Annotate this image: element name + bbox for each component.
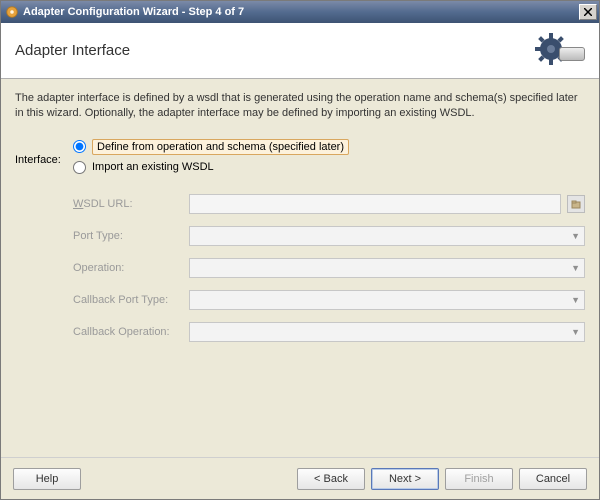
next-button[interactable]: Next > bbox=[371, 468, 439, 490]
browse-icon bbox=[571, 199, 581, 209]
radio-define-row[interactable]: Define from operation and schema (specif… bbox=[73, 139, 585, 155]
back-button[interactable]: < Back bbox=[297, 468, 365, 490]
browse-wsdl-button[interactable] bbox=[567, 195, 585, 213]
app-icon bbox=[5, 5, 19, 19]
port-type-select[interactable]: ▼ bbox=[189, 226, 585, 246]
radio-import-row[interactable]: Import an existing WSDL bbox=[73, 161, 585, 174]
content-area: The adapter interface is defined by a ws… bbox=[1, 79, 599, 457]
operation-select[interactable]: ▼ bbox=[189, 258, 585, 278]
wizard-header: Adapter Interface bbox=[1, 23, 599, 79]
cancel-button[interactable]: Cancel bbox=[519, 468, 587, 490]
description-text: The adapter interface is defined by a ws… bbox=[15, 91, 585, 121]
finish-button: Finish bbox=[445, 468, 513, 490]
close-button[interactable] bbox=[579, 4, 597, 20]
wsdl-url-label: WSDL URL: bbox=[73, 198, 189, 210]
header-graphic bbox=[525, 29, 585, 73]
titlebar: Adapter Configuration Wizard - Step 4 of… bbox=[1, 1, 599, 23]
callback-port-label: Callback Port Type: bbox=[73, 294, 189, 306]
window-title: Adapter Configuration Wizard - Step 4 of… bbox=[23, 6, 579, 18]
callback-port-select[interactable]: ▼ bbox=[189, 290, 585, 310]
interface-form: Interface: Define from operation and sch… bbox=[15, 139, 585, 354]
chevron-down-icon: ▼ bbox=[571, 231, 580, 241]
page-title: Adapter Interface bbox=[15, 42, 525, 59]
radio-define-label: Define from operation and schema (specif… bbox=[92, 139, 349, 155]
wsdl-url-input[interactable] bbox=[189, 194, 561, 214]
operation-label: Operation: bbox=[73, 262, 189, 274]
port-type-label: Port Type: bbox=[73, 230, 189, 242]
interface-label: Interface: bbox=[15, 152, 73, 166]
button-bar: Help < Back Next > Finish Cancel bbox=[1, 457, 599, 499]
radio-define[interactable] bbox=[73, 140, 86, 153]
callback-operation-select[interactable]: ▼ bbox=[189, 322, 585, 342]
radio-import-label: Import an existing WSDL bbox=[92, 161, 214, 173]
chevron-down-icon: ▼ bbox=[571, 295, 580, 305]
wizard-window: Adapter Configuration Wizard - Step 4 of… bbox=[0, 0, 600, 500]
callback-operation-label: Callback Operation: bbox=[73, 326, 189, 338]
help-button[interactable]: Help bbox=[13, 468, 81, 490]
close-icon bbox=[584, 8, 592, 16]
chevron-down-icon: ▼ bbox=[571, 263, 580, 273]
plug-icon bbox=[559, 47, 585, 61]
chevron-down-icon: ▼ bbox=[571, 327, 580, 337]
radio-import[interactable] bbox=[73, 161, 86, 174]
